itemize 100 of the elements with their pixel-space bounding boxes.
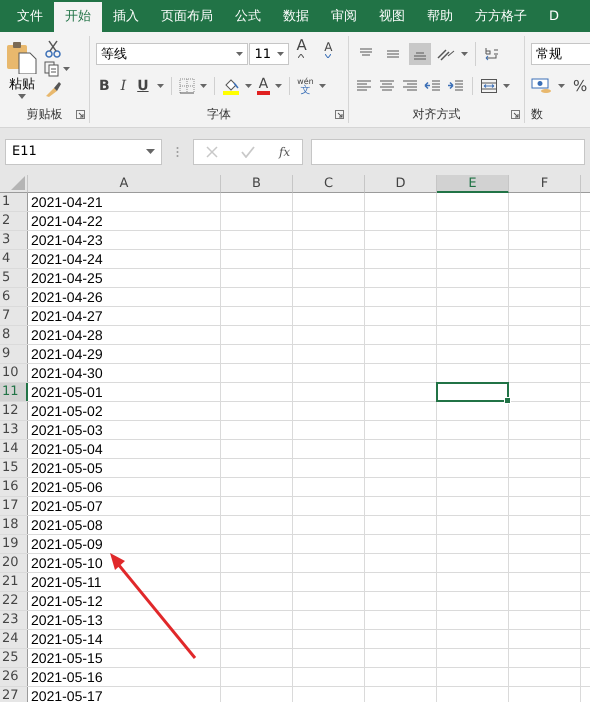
row-header[interactable]: 18 [0,516,28,534]
date-cell-text: 2021-05-08 [30,516,104,534]
row-header[interactable]: 2 [0,212,28,230]
row-header[interactable]: 10 [0,364,28,382]
row-header[interactable]: 3 [0,231,28,249]
date-cell-text: 2021-05-16 [30,668,104,686]
caret-icon[interactable] [461,52,468,56]
ribbon-tab[interactable]: 审阅 [320,2,368,32]
row-header[interactable]: 15 [0,459,28,477]
phonetic-button[interactable]: wén 文 [297,77,314,95]
vertical-align-button[interactable] [409,43,431,65]
row-header[interactable]: 24 [0,630,28,648]
caret-icon[interactable] [244,84,252,88]
ribbon-tab[interactable]: 文件 [6,2,54,32]
caret-icon[interactable] [236,52,244,56]
wrap-text-icon[interactable] [483,45,501,63]
column-header[interactable]: D [365,175,437,193]
caret-icon[interactable] [275,84,282,88]
date-cell-text: 2021-04-28 [30,326,104,344]
row-header[interactable]: 1 [0,193,28,211]
column-header[interactable]: F [509,175,581,193]
insert-function-button[interactable]: fx [278,144,290,158]
row-header[interactable]: 4 [0,250,28,268]
row-header[interactable]: 13 [0,421,28,439]
dialog-launcher-icon[interactable] [335,110,344,119]
ribbon-tab[interactable]: 公式 [224,2,272,32]
row-header[interactable]: 7 [0,307,28,325]
date-cell-text: 2021-04-30 [30,364,104,382]
merge-cells-icon[interactable] [480,78,498,94]
name-box[interactable]: E11 [5,138,162,164]
ribbon-tab[interactable]: 视图 [368,2,416,32]
date-cell-text: 2021-05-04 [30,440,104,458]
row-header[interactable]: 26 [0,668,28,686]
caret-icon[interactable] [156,84,164,88]
row-header[interactable]: 21 [0,573,28,591]
percent-button[interactable]: % [570,77,590,95]
ribbon-tab[interactable]: 数据 [272,2,320,32]
italic-button[interactable]: I [118,78,130,94]
column-header[interactable]: E [437,175,509,193]
ribbon-tab[interactable]: 页面布局 [150,2,224,32]
ribbon-tab[interactable]: 帮助 [416,2,464,32]
row-header[interactable]: 22 [0,592,28,610]
date-cell-text: 2021-04-26 [30,288,104,306]
caret-icon [298,54,304,58]
ribbon-tab[interactable]: 方方格子 [464,2,538,32]
shrink-font-button[interactable]: A [321,40,342,68]
scissors-icon[interactable] [44,40,62,58]
group-label: 剪贴板 [26,106,62,122]
fill-color-icon[interactable] [222,77,240,95]
column-header[interactable]: A [28,175,221,193]
formula-input[interactable] [311,138,585,164]
row-header[interactable]: 23 [0,611,28,629]
border-icon[interactable] [178,78,195,94]
column-header[interactable]: B [221,175,293,193]
underline-button[interactable]: U [134,78,152,94]
row-header[interactable]: 16 [0,478,28,496]
row-header[interactable]: 6 [0,288,28,306]
caret-icon[interactable] [18,94,26,99]
row-header[interactable]: 25 [0,649,28,667]
date-cell-text: 2021-04-21 [30,193,104,211]
bold-button[interactable]: B [96,78,113,94]
date-cell-text: 2021-05-02 [30,402,104,420]
row-header[interactable]: 20 [0,554,28,572]
row-header[interactable]: 11 [0,383,28,401]
row-header[interactable]: 19 [0,535,28,553]
caret-icon[interactable] [318,84,326,88]
font-color-button[interactable]: A [256,77,270,95]
row-header[interactable]: 9 [0,345,28,363]
caret-icon[interactable] [503,84,510,88]
caret-icon[interactable] [63,67,70,71]
dialog-launcher-icon[interactable] [76,110,85,119]
caret-icon[interactable] [558,84,565,88]
caret-icon[interactable] [276,52,284,56]
caret-icon[interactable] [146,149,155,154]
date-cell-text: 2021-04-25 [30,269,104,287]
row-header[interactable]: 5 [0,269,28,287]
date-cell-text: 2021-05-05 [30,459,104,477]
paste-button[interactable]: 粘贴 [6,38,38,105]
row-header[interactable]: 12 [0,402,28,420]
active-cell[interactable] [436,382,509,402]
currency-icon[interactable] [531,77,553,95]
date-cell-text: 2021-04-24 [30,250,104,268]
font-size-field[interactable]: 11 [249,43,289,65]
dialog-launcher-icon[interactable] [511,110,520,119]
date-cell-text: 2021-04-27 [30,307,104,325]
grow-font-button[interactable]: A [294,36,316,72]
row-header[interactable]: 8 [0,326,28,344]
row-header[interactable]: 27 [0,687,28,702]
format-painter-icon[interactable] [44,80,62,98]
column-header[interactable]: C [293,175,365,193]
row-header[interactable]: 17 [0,497,28,515]
font-name-field[interactable]: 等线 [96,43,248,65]
grip-icon[interactable] [176,146,179,158]
ribbon-tab[interactable]: D [538,2,570,32]
row-header[interactable]: 14 [0,440,28,458]
ribbon-tab[interactable]: 插入 [102,2,150,32]
ribbon-tab[interactable]: 开始 [54,2,102,32]
number-format-field[interactable]: 常规 [531,43,590,65]
copy-icon[interactable] [44,61,60,77]
caret-icon[interactable] [200,84,207,88]
